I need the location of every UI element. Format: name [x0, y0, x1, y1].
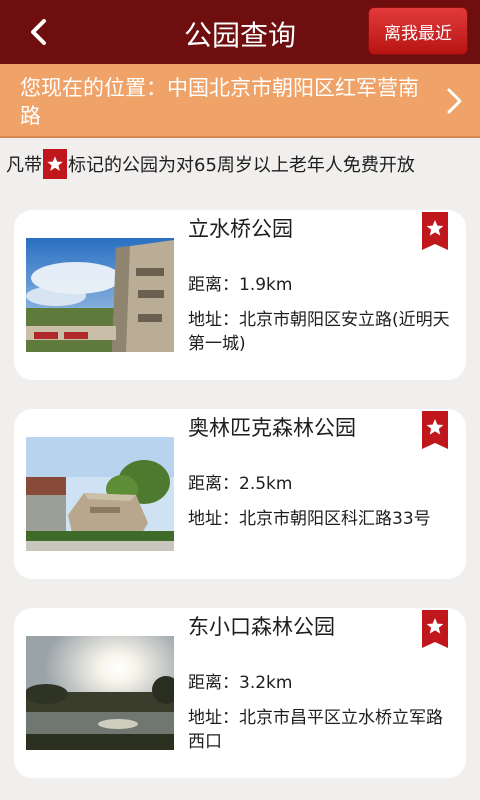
park-photo [26, 238, 174, 352]
app-header: 公园查询 离我最近 [0, 0, 480, 64]
notice-text: 标记的公园为对65周岁以上老年人免费开放 [68, 155, 415, 176]
star-badge-icon [422, 610, 448, 648]
chevron-right-icon [447, 88, 462, 114]
star-badge-icon [422, 411, 448, 449]
nearest-button[interactable]: 离我最近 [368, 7, 468, 55]
park-distance: 距离：2.5km [188, 474, 293, 494]
park-distance: 距离：3.2km [188, 673, 293, 693]
park-photo [26, 636, 174, 750]
park-address: 地址：北京市朝阳区安立路(近明天第一城) [188, 310, 450, 354]
park-distance: 距离：1.9km [188, 275, 293, 295]
current-location-text: 您现在的位置：中国北京市朝阳区红军营南路 [20, 76, 419, 128]
park-photo [26, 437, 174, 551]
current-location-bar[interactable]: 您现在的位置：中国北京市朝阳区红军营南路 [0, 64, 480, 138]
free-entry-notice: 凡带 标记的公园为对65周岁以上老年人免费开放 [6, 149, 476, 181]
park-name: 立水桥公园 [188, 217, 293, 241]
park-card[interactable]: 东小口森林公园 距离：3.2km 地址：北京市昌平区立水桥立军路西口 [14, 608, 466, 778]
star-badge-icon [43, 149, 67, 179]
park-address: 地址：北京市昌平区立水桥立军路西口 [188, 708, 443, 752]
park-name: 东小口森林公园 [188, 615, 335, 639]
park-address: 地址：北京市朝阳区科汇路33号 [188, 509, 431, 529]
park-card[interactable]: 奥林匹克森林公园 距离：2.5km 地址：北京市朝阳区科汇路33号 [14, 409, 466, 579]
park-card[interactable]: 立水桥公园 距离：1.9km 地址：北京市朝阳区安立路(近明天第一城) [14, 210, 466, 380]
notice-prefix: 凡带 [6, 155, 42, 176]
park-name: 奥林匹克森林公园 [188, 416, 356, 440]
star-badge-icon [422, 212, 448, 250]
